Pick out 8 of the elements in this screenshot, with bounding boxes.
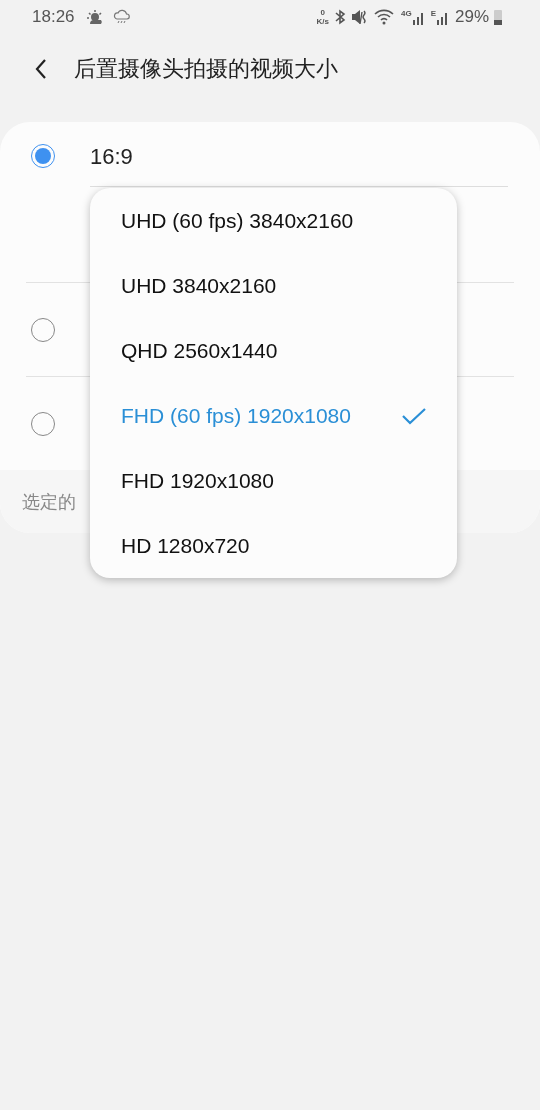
network-type: 4G <box>400 9 412 18</box>
net-speed: 0 K/s <box>316 8 329 26</box>
description-text: 选定的 <box>22 490 76 514</box>
network-type: E <box>430 9 436 18</box>
option-label: 16:9 <box>90 144 133 170</box>
status-time: 18:26 <box>32 7 75 27</box>
page-title: 后置摄像头拍摄的视频大小 <box>74 55 338 83</box>
battery-percent: 29% <box>454 7 489 27</box>
